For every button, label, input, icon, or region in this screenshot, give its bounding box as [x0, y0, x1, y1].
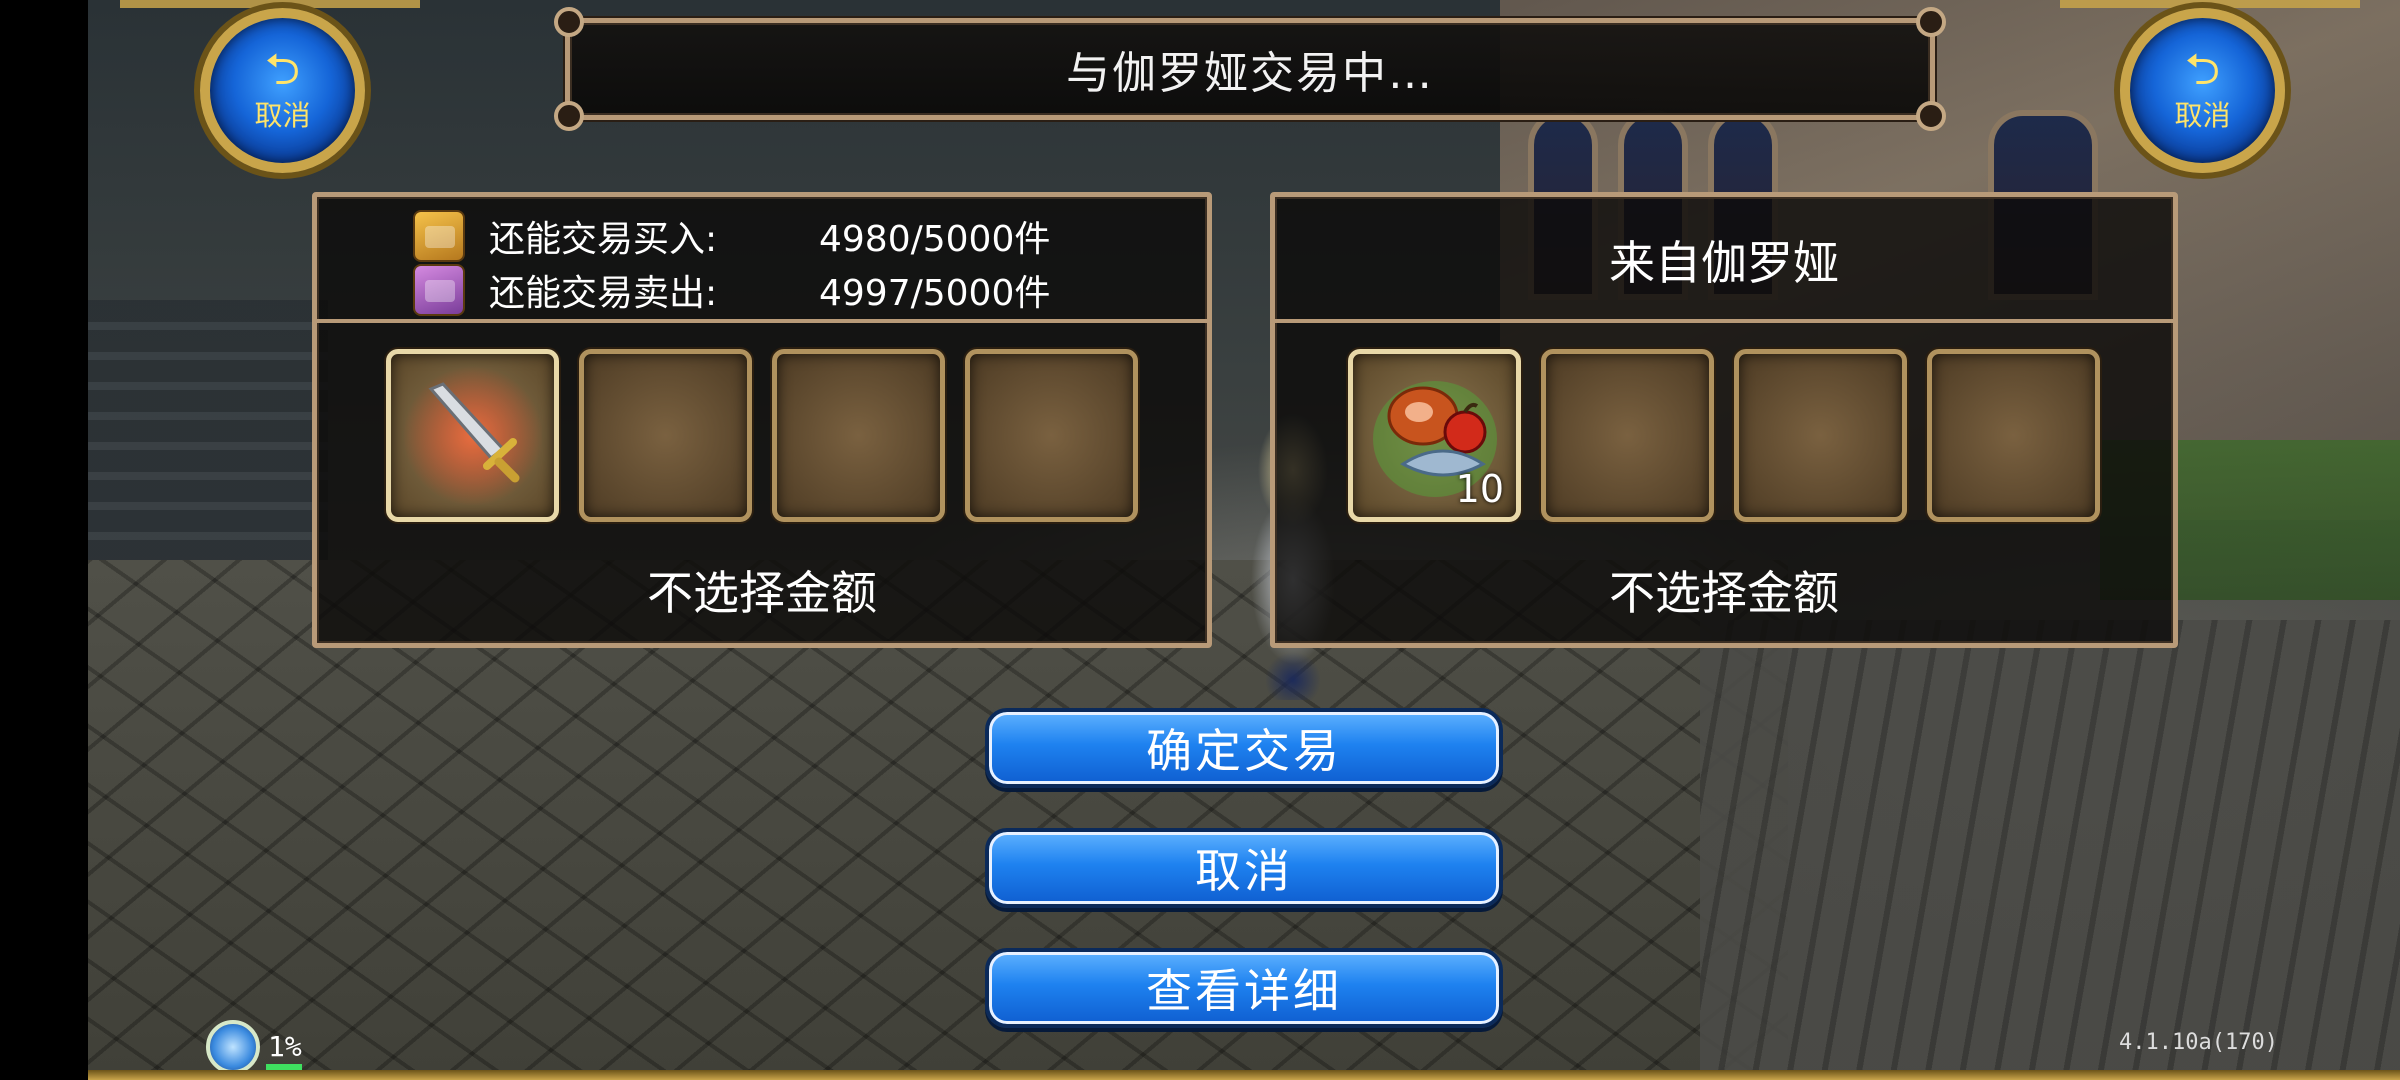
item-slot-2[interactable]	[579, 349, 752, 522]
buy-limit-value: 4980/5000件	[819, 219, 1051, 260]
undo-arrow-icon: ⮌	[2184, 43, 2221, 95]
frame-corner	[1916, 7, 1946, 37]
my-item-slots	[317, 349, 1207, 522]
cancel-round-label: 取消	[2174, 98, 2231, 132]
view-details-button[interactable]: 查看详细	[985, 948, 1503, 1028]
experience-percent: 1%	[268, 1030, 302, 1063]
version-label: 4.1.10a(170)	[2119, 1030, 2278, 1055]
partner-item-slot-3[interactable]	[1734, 349, 1907, 522]
partner-item-slots: 10	[1275, 349, 2173, 522]
stone-steps	[1700, 620, 2400, 1080]
stairs-left	[88, 300, 328, 600]
item-quantity: 10	[1455, 467, 1504, 511]
trade-title-bar: 与伽罗娅交易中…	[554, 7, 1946, 131]
cancel-round-button-right[interactable]: ⮌ 取消	[2120, 8, 2285, 173]
money-select-right: 不选择金额	[1609, 566, 1839, 620]
sword-icon	[403, 366, 543, 506]
cancel-trade-button[interactable]: 取消	[985, 828, 1503, 908]
cancel-round-label: 取消	[254, 98, 311, 132]
buy-limit-label: 还能交易买入:	[489, 219, 718, 260]
frame-corner	[554, 7, 584, 37]
item-slot-3[interactable]	[772, 349, 945, 522]
sell-limit-value: 4997/5000件	[819, 273, 1051, 314]
undo-arrow-icon: ⮌	[264, 43, 301, 95]
partner-item-slot-2[interactable]	[1541, 349, 1714, 522]
sell-limit-label: 还能交易卖出:	[489, 273, 718, 314]
partner-header: 来自伽罗娅	[1275, 197, 2173, 323]
partner-item-slot-1[interactable]: 10	[1348, 349, 1521, 522]
treasure-chest-icon	[413, 210, 465, 262]
confirm-trade-button[interactable]: 确定交易	[985, 708, 1503, 788]
partner-item-slot-4[interactable]	[1927, 349, 2100, 522]
partner-offer-panel: 来自伽罗娅 10 不选择金额	[1270, 192, 2178, 648]
buy-limit-row: 还能交易买入: 4980/5000件	[413, 209, 1050, 263]
bottom-experience-bar	[88, 1070, 2400, 1080]
partner-name-label: 来自伽罗娅	[1609, 236, 1839, 290]
page-title: 与伽罗娅交易中…	[1066, 48, 1434, 99]
money-select-left[interactable]: 不选择金额	[317, 557, 1207, 623]
sell-chest-icon	[413, 264, 465, 316]
item-slot-4[interactable]	[965, 349, 1138, 522]
sell-limit-row: 还能交易卖出: 4997/5000件	[413, 263, 1050, 317]
item-slot-1[interactable]	[386, 349, 559, 522]
my-offer-panel: 还能交易买入: 4980/5000件 还能交易卖出: 4997/5000件 不选…	[312, 192, 1212, 648]
frame-corner	[554, 101, 584, 131]
experience-orb-icon	[206, 1020, 260, 1074]
trade-limits-header: 还能交易买入: 4980/5000件 还能交易卖出: 4997/5000件	[317, 197, 1207, 323]
frame-corner	[1916, 101, 1946, 131]
cancel-round-button-left[interactable]: ⮌ 取消	[200, 8, 365, 173]
